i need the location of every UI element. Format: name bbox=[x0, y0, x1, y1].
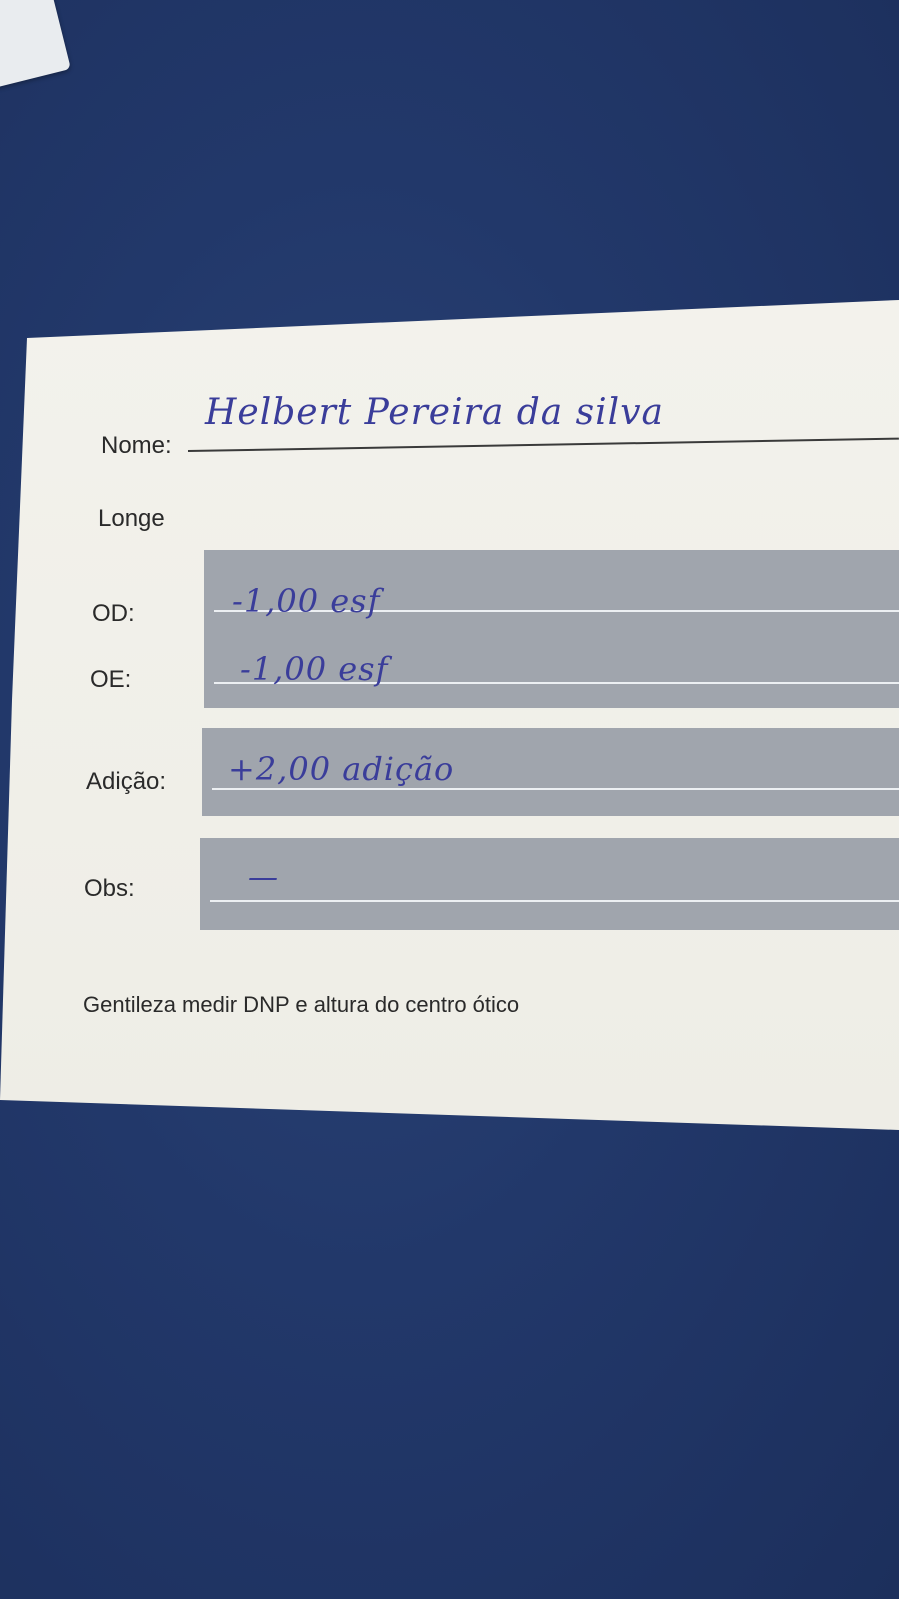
obs-label: Obs: bbox=[84, 875, 135, 902]
adicao-handwritten: +2,00 adição bbox=[228, 750, 455, 788]
obs-rule bbox=[210, 900, 899, 902]
prescription-card: Nome: Helbert Pereira da silva Longe OD:… bbox=[0, 300, 899, 1130]
footer-note: Gentileza medir DNP e altura do centro ó… bbox=[83, 992, 520, 1017]
od-label: OD: bbox=[92, 600, 135, 627]
nome-underline bbox=[187, 437, 899, 452]
longe-label: Longe bbox=[98, 505, 165, 532]
nome-label: Nome: bbox=[101, 432, 172, 459]
obs-handwritten: — bbox=[248, 860, 279, 895]
nome-handwritten: Helbert Pereira da silva bbox=[205, 392, 664, 433]
adicao-label: Adição: bbox=[86, 768, 167, 795]
od-handwritten: -1,00 esf bbox=[232, 582, 381, 620]
oe-label: OE: bbox=[90, 666, 132, 693]
obs-band bbox=[200, 838, 899, 930]
adicao-rule bbox=[212, 788, 899, 790]
tissue-corner bbox=[0, 0, 71, 89]
oe-handwritten: -1,00 esf bbox=[240, 650, 389, 688]
